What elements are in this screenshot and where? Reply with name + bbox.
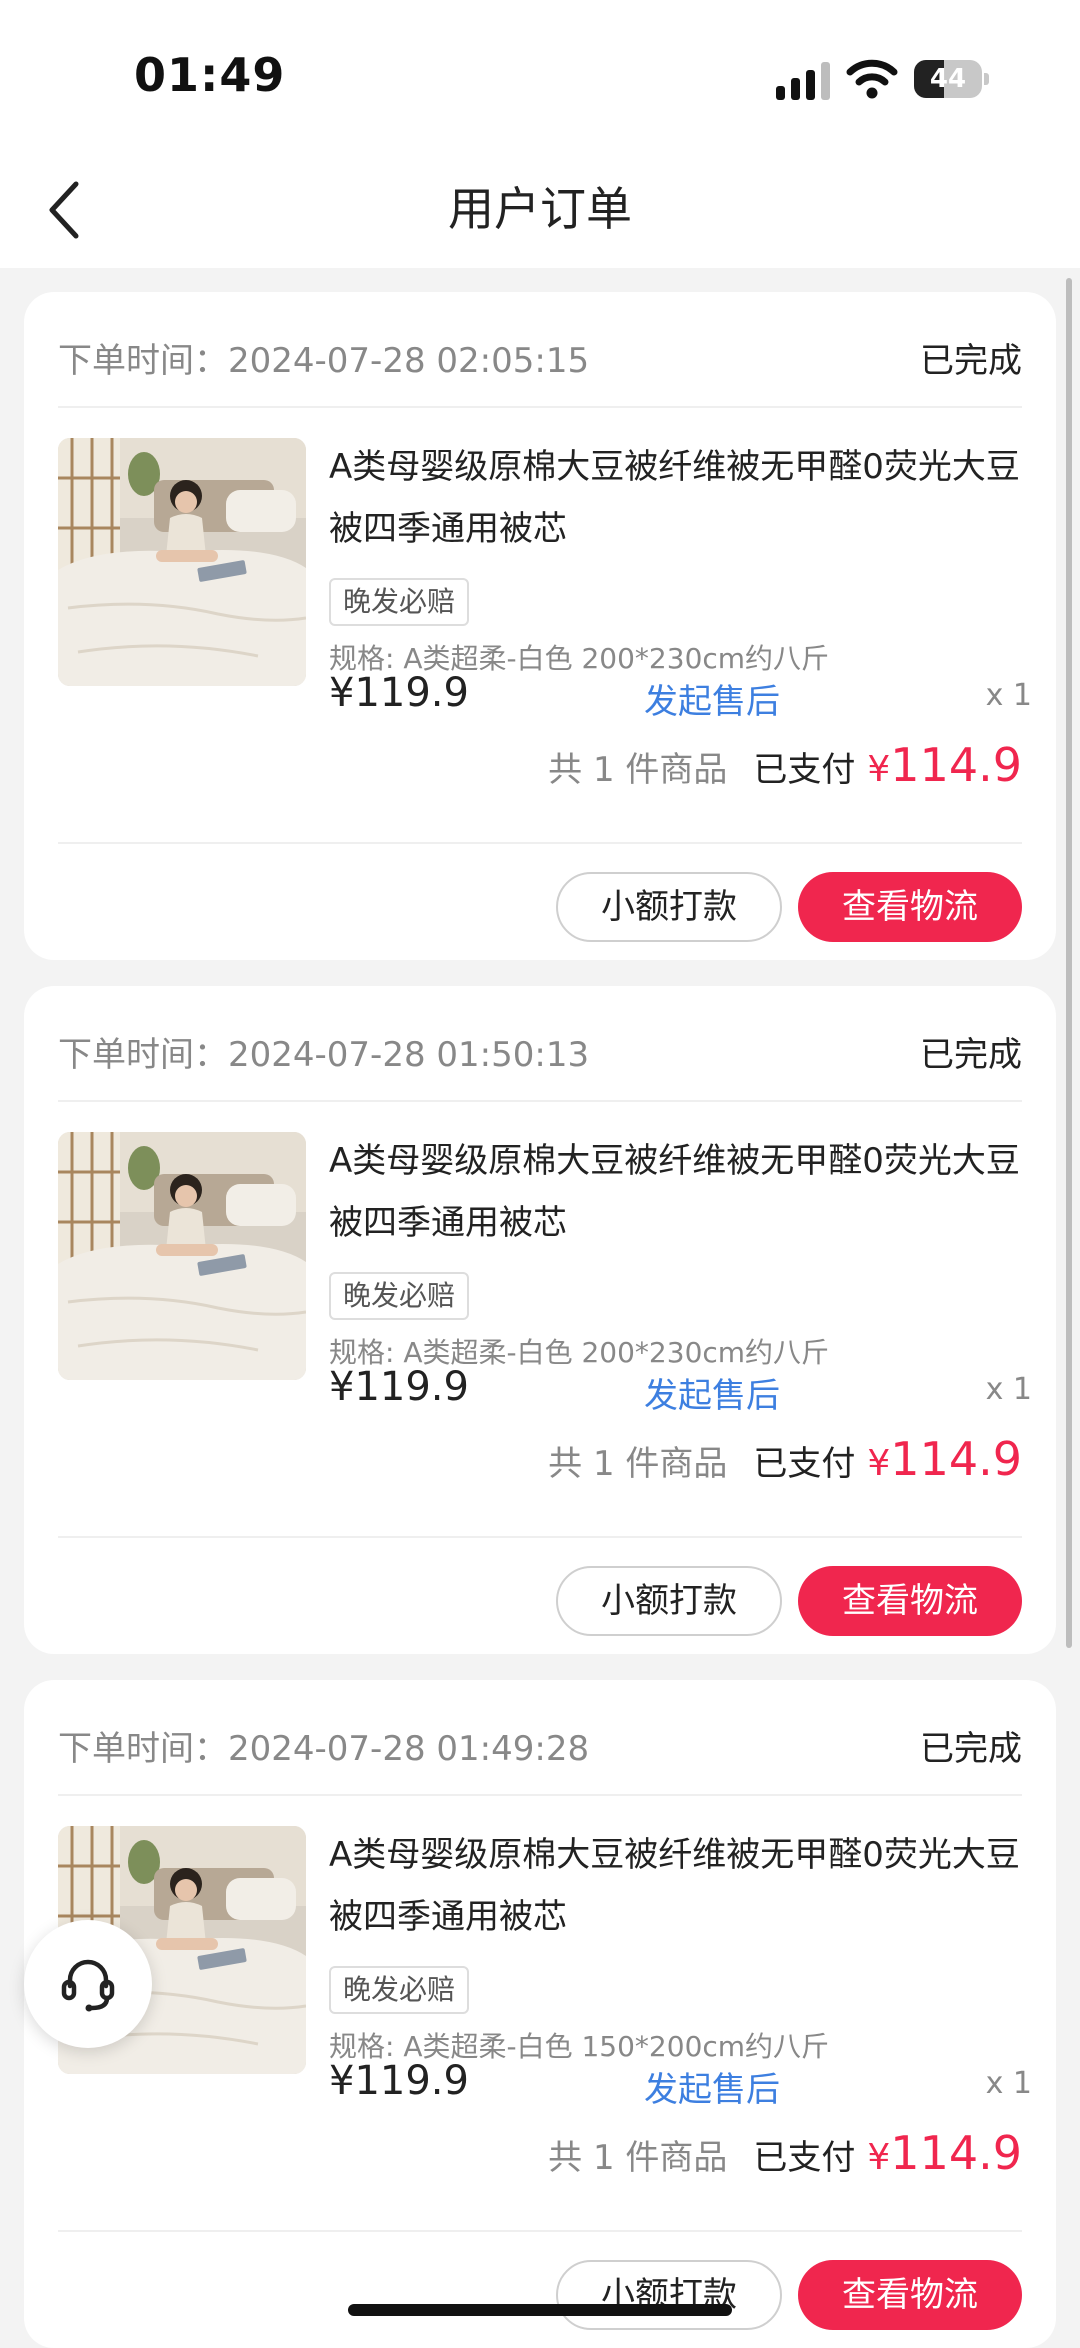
- status-time: 01:49: [134, 48, 286, 102]
- order-time-label: 下单时间：: [58, 341, 228, 381]
- item-count: 共 1 件商品: [548, 2138, 728, 2178]
- view-logistics-button[interactable]: 查看物流: [798, 1566, 1022, 1636]
- product-price: ¥119.9: [329, 670, 469, 716]
- paid-label: 已支付: [753, 750, 856, 790]
- order-card: 下单时间：2024-07-28 02:05:15 已完成 A类母婴级原棉大豆被纤…: [24, 292, 1056, 960]
- cellular-signal-icon: [776, 62, 830, 100]
- page-title: 用户订单: [448, 182, 632, 236]
- order-time-value: 2024-07-28 02:05:15: [228, 341, 590, 381]
- product-quantity: x 1: [985, 678, 1032, 713]
- product-image[interactable]: [58, 1132, 306, 1380]
- card-divider: [58, 1536, 1022, 1538]
- small-transfer-button[interactable]: 小额打款: [556, 2260, 782, 2330]
- after-sale-link[interactable]: 发起售后: [644, 1368, 780, 1417]
- order-summary: 共 1 件商品 已支付 ¥114.9: [548, 738, 1022, 798]
- order-summary: 共 1 件商品 已支付 ¥114.9: [548, 1432, 1022, 1492]
- product-image[interactable]: [58, 438, 306, 686]
- late-delivery-badge: 晚发必赔: [329, 1966, 470, 2014]
- order-header: 下单时间：2024-07-28 01:49:28 已完成: [58, 1704, 1022, 1796]
- order-time: 下单时间：2024-07-28 01:50:13: [58, 1010, 589, 1100]
- item-count: 共 1 件商品: [548, 750, 728, 790]
- order-status: 已完成: [920, 1729, 1022, 1769]
- chevron-left-icon: [49, 181, 79, 239]
- status-bar: 01:49 44: [0, 0, 1080, 150]
- order-time: 下单时间：2024-07-28 02:05:15: [58, 316, 589, 406]
- paid-value: 114.9: [890, 738, 1022, 792]
- order-header: 下单时间：2024-07-28 01:50:13 已完成: [58, 1010, 1022, 1102]
- order-time-label: 下单时间：: [58, 1729, 228, 1769]
- scrollbar[interactable]: [1066, 278, 1072, 1648]
- paid-amount: ¥114.9: [867, 738, 1022, 792]
- paid-label: 已支付: [753, 1444, 856, 1484]
- wifi-icon: [846, 59, 898, 99]
- paid-currency: ¥: [867, 2137, 891, 2178]
- battery-percent: 44: [929, 64, 967, 94]
- order-card: 下单时间：2024-07-28 01:50:13 已完成 A类母婴级原棉大豆被纤…: [24, 986, 1056, 1654]
- paid-amount: ¥114.9: [867, 1432, 1022, 1486]
- product-quantity: x 1: [985, 1372, 1032, 1407]
- back-button[interactable]: [34, 170, 94, 250]
- product-title[interactable]: A类母婴级原棉大豆被纤维被无甲醛0荧光大豆被四季通用被芯: [329, 436, 1029, 560]
- after-sale-link[interactable]: 发起售后: [644, 2062, 780, 2111]
- order-time: 下单时间：2024-07-28 01:49:28: [58, 1704, 589, 1794]
- view-logistics-button[interactable]: 查看物流: [798, 2260, 1022, 2330]
- nav-bar: 用户订单: [0, 150, 1080, 268]
- order-card: 下单时间：2024-07-28 01:49:28 已完成 A类母婴级原棉大豆被纤…: [24, 1680, 1056, 2348]
- paid-currency: ¥: [867, 749, 891, 790]
- home-indicator: [348, 2304, 732, 2316]
- headset-icon: [61, 1959, 115, 2012]
- order-time-value: 2024-07-28 01:49:28: [228, 1729, 590, 1769]
- product-quantity: x 1: [985, 2066, 1032, 2101]
- customer-service-button[interactable]: [24, 1920, 152, 2048]
- paid-currency: ¥: [867, 1443, 891, 1484]
- card-divider: [58, 842, 1022, 844]
- order-status: 已完成: [920, 1035, 1022, 1075]
- item-count: 共 1 件商品: [548, 1444, 728, 1484]
- late-delivery-badge: 晚发必赔: [329, 1272, 470, 1320]
- late-delivery-badge: 晚发必赔: [329, 578, 470, 626]
- product-title[interactable]: A类母婴级原棉大豆被纤维被无甲醛0荧光大豆被四季通用被芯: [329, 1824, 1029, 1948]
- battery-icon: 44: [914, 60, 990, 98]
- paid-value: 114.9: [890, 2126, 1022, 2180]
- paid-label: 已支付: [753, 2138, 856, 2178]
- order-header: 下单时间：2024-07-28 02:05:15 已完成: [58, 316, 1022, 408]
- card-divider: [58, 2230, 1022, 2232]
- order-status: 已完成: [920, 341, 1022, 381]
- small-transfer-button[interactable]: 小额打款: [556, 872, 782, 942]
- after-sale-link[interactable]: 发起售后: [644, 674, 780, 723]
- order-summary: 共 1 件商品 已支付 ¥114.9: [548, 2126, 1022, 2186]
- paid-value: 114.9: [890, 1432, 1022, 1486]
- product-title[interactable]: A类母婴级原棉大豆被纤维被无甲醛0荧光大豆被四季通用被芯: [329, 1130, 1029, 1254]
- order-time-value: 2024-07-28 01:50:13: [228, 1035, 590, 1075]
- paid-amount: ¥114.9: [867, 2126, 1022, 2180]
- order-time-label: 下单时间：: [58, 1035, 228, 1075]
- view-logistics-button[interactable]: 查看物流: [798, 872, 1022, 942]
- small-transfer-button[interactable]: 小额打款: [556, 1566, 782, 1636]
- product-price: ¥119.9: [329, 2058, 469, 2104]
- product-price: ¥119.9: [329, 1364, 469, 1410]
